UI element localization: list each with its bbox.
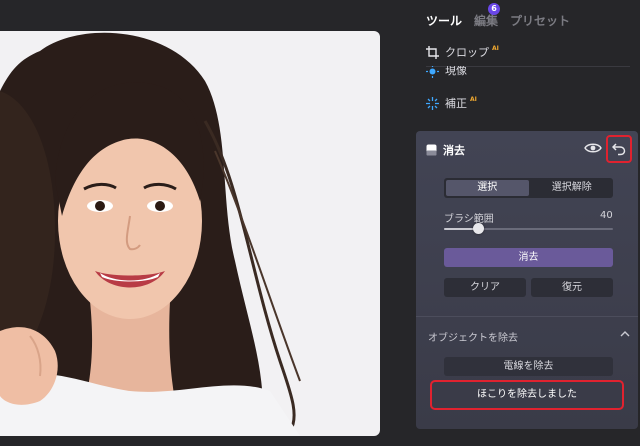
tab-edit[interactable]: 編集 6 <box>474 3 501 29</box>
selection-mode-toggle: 選択 選択解除 <box>444 178 613 198</box>
panel-tabs: ツール 編集 6 プリセット <box>426 3 570 29</box>
undo-icon <box>612 143 626 156</box>
divider <box>416 316 638 317</box>
tool-correct[interactable]: 補正 AI <box>426 95 477 111</box>
sparkle-icon <box>426 96 439 110</box>
tab-tools[interactable]: ツール <box>426 12 462 29</box>
ai-badge: AI <box>470 96 477 103</box>
tool-develop[interactable]: 現像 <box>426 66 467 78</box>
ai-badge: AI <box>492 45 499 52</box>
restore-button[interactable]: 復元 <box>531 278 613 297</box>
erase-panel: 消去 選択 選択解除 ブラシ範囲 40 消去 クリア 復元 オブジェクトを除去 … <box>416 131 638 429</box>
select-button[interactable]: 選択 <box>446 180 529 196</box>
portrait-photo <box>0 32 301 436</box>
tool-crop-label: クロップ <box>445 46 489 59</box>
eye-icon[interactable] <box>584 141 602 155</box>
erase-title: 消去 <box>443 144 465 157</box>
remove-wires-button[interactable]: 電線を除去 <box>444 357 613 376</box>
crop-icon <box>426 45 439 59</box>
tool-develop-label: 現像 <box>445 66 467 77</box>
object-removal-title: オブジェクトを除去 <box>428 333 518 344</box>
erase-button[interactable]: 消去 <box>444 248 613 267</box>
tool-correct-label: 補正 <box>445 97 467 110</box>
clear-button[interactable]: クリア <box>444 278 526 297</box>
undo-button[interactable] <box>606 135 632 163</box>
sun-icon <box>426 66 439 78</box>
tab-edit-label: 編集 <box>474 14 499 28</box>
chevron-up-icon[interactable] <box>620 330 630 338</box>
tool-crop[interactable]: クロップ AI <box>426 44 499 60</box>
deselect-button[interactable]: 選択解除 <box>531 178 614 198</box>
tab-presets[interactable]: プリセット <box>510 12 570 29</box>
image-canvas[interactable] <box>0 0 408 446</box>
remove-dust-button[interactable]: ほこりを除去しました <box>430 380 624 410</box>
photo <box>0 31 380 436</box>
eraser-icon <box>426 144 437 156</box>
brush-size-slider-thumb[interactable] <box>472 223 484 234</box>
brush-size-value: 40 <box>600 210 613 221</box>
erase-header: 消去 <box>426 142 465 158</box>
brush-size-label: ブラシ範囲 <box>444 214 494 225</box>
edit-count-badge: 6 <box>488 3 501 15</box>
